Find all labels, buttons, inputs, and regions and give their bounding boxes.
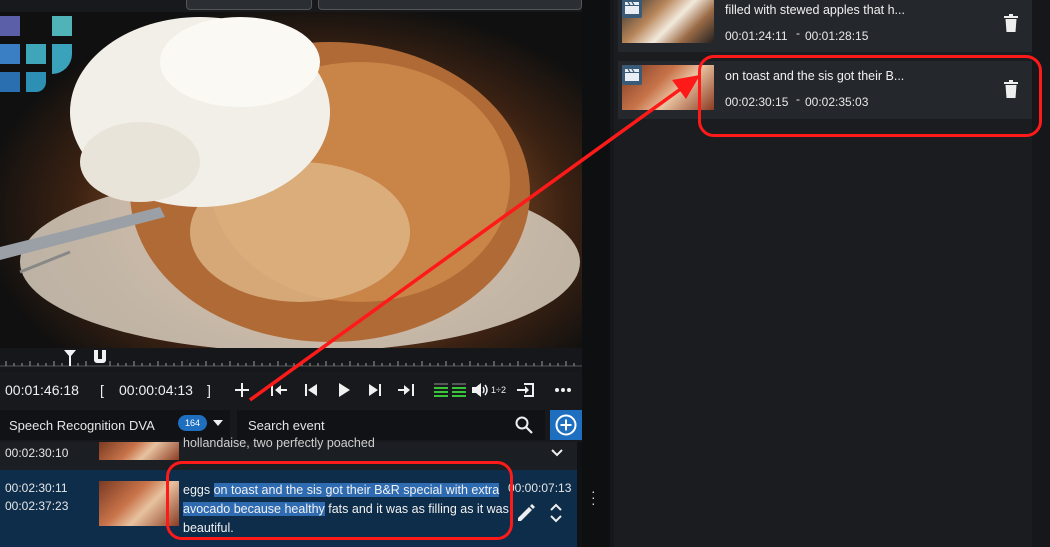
- annotation-arrow: [248, 75, 700, 402]
- app-root: 00:01:46:18 [ 00:00:04:13 ] 1÷2 Speech R…: [0, 0, 1050, 547]
